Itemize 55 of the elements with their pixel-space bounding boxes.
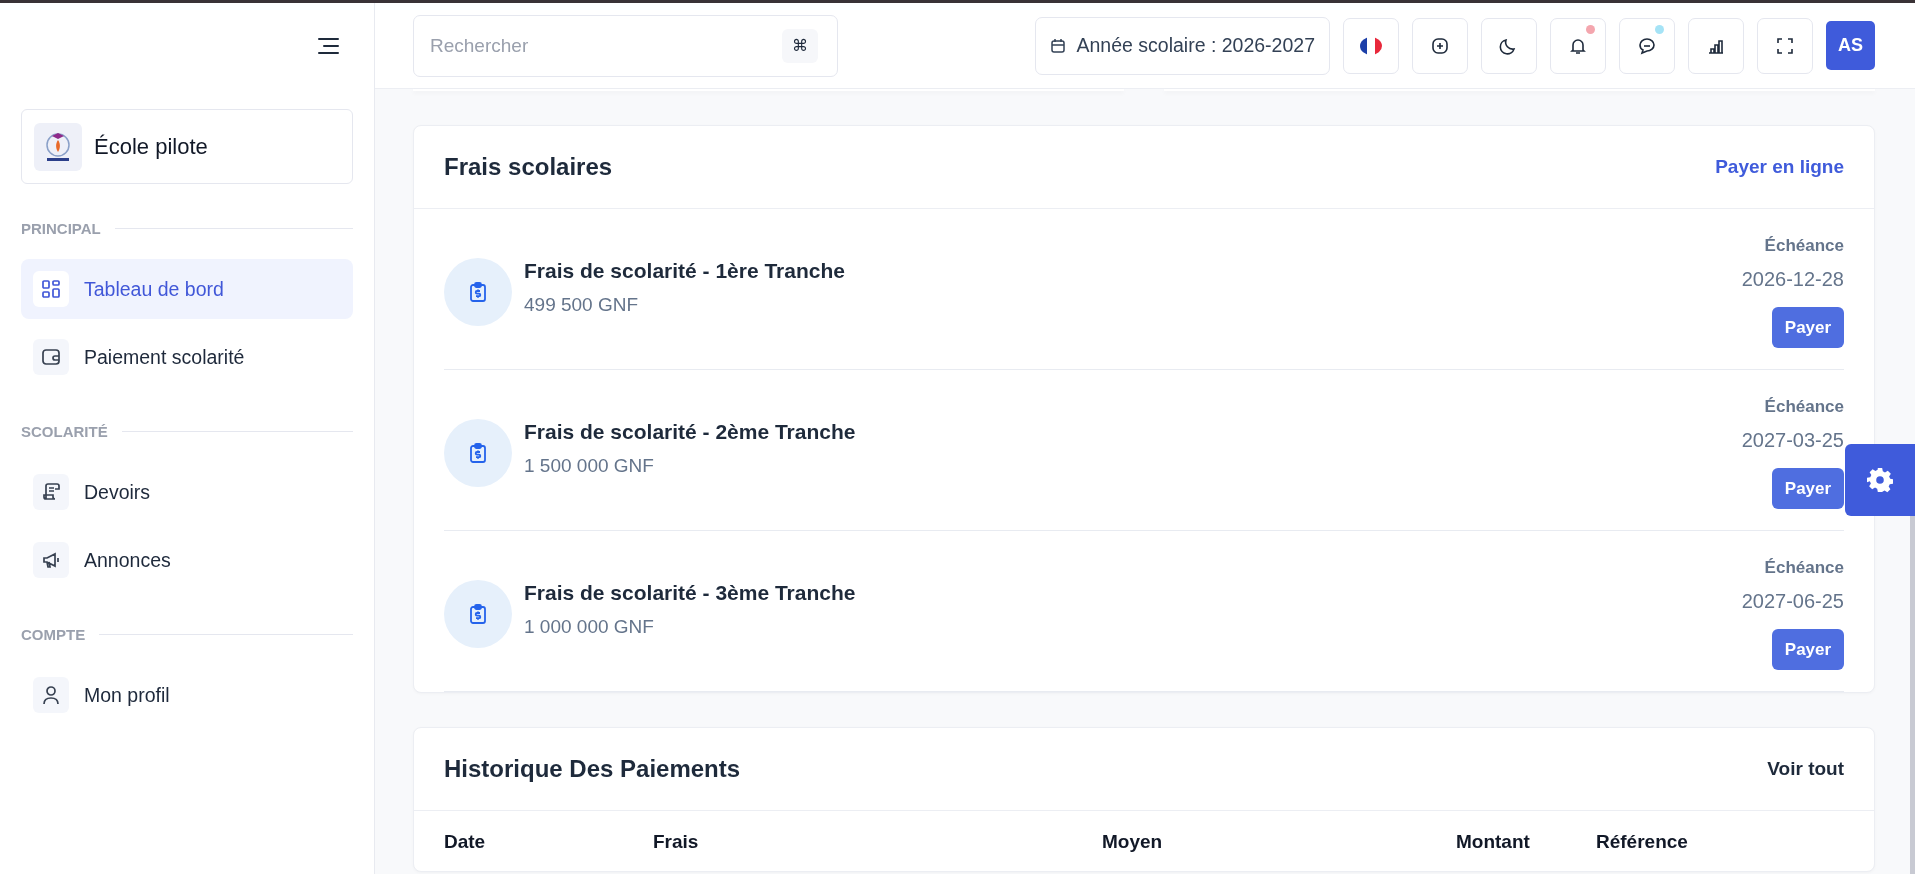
fee-name: Frais de scolarité - 1ère Tranche [524, 259, 846, 283]
school-year-selector[interactable]: Année scolaire : 2026-2027 [1035, 16, 1330, 75]
wallet-icon [41, 347, 61, 367]
due-date: 2026-12-28 [1741, 268, 1844, 291]
card-title: Historique Des Paiements [444, 755, 741, 783]
messages-button[interactable] [1619, 17, 1675, 74]
settings-button[interactable] [1845, 444, 1915, 516]
due-label: Échéance [1764, 397, 1844, 417]
column-header: Référence [1596, 831, 1688, 854]
menu-icon[interactable] [317, 38, 339, 54]
theme-button[interactable] [1481, 17, 1537, 74]
nav-item[interactable]: Tableau de bord [21, 259, 353, 319]
fee-amount: 1 500 000 GNF [524, 455, 655, 477]
pay-button[interactable]: Payer [1772, 629, 1844, 670]
pay-button[interactable]: Payer [1772, 307, 1844, 348]
due-date: 2027-03-25 [1741, 429, 1844, 452]
due-date: 2027-06-25 [1741, 590, 1844, 613]
nav-item[interactable]: Annonces [21, 530, 353, 590]
notifications-button[interactable] [1550, 17, 1606, 74]
section-title: SCOLARITÉ [21, 423, 108, 440]
pay-button[interactable]: Payer [1772, 468, 1844, 509]
add-button[interactable] [1412, 17, 1468, 74]
fee-name: Frais de scolarité - 2ème Tranche [524, 420, 857, 444]
column-header: Moyen [1102, 831, 1164, 854]
column-header: Date [444, 831, 487, 854]
section-title: PRINCIPAL [21, 220, 101, 237]
stats-button[interactable] [1688, 17, 1744, 74]
section-title: COMPTE [21, 626, 86, 643]
school-selector[interactable]: École pilote [21, 109, 353, 184]
user-icon [41, 685, 61, 705]
calendar-icon [1050, 37, 1067, 54]
plus-icon [1430, 35, 1450, 56]
nav-item[interactable]: Devoirs [21, 462, 353, 522]
nav-item[interactable]: Mon profil [21, 665, 353, 725]
user-avatar[interactable]: AS [1826, 21, 1875, 70]
chat-icon [1637, 35, 1657, 56]
settings-icon [1867, 467, 1893, 493]
view-all-link[interactable]: Voir tout [1767, 758, 1844, 780]
due-label: Échéance [1764, 558, 1844, 578]
column-header: Montant [1456, 831, 1531, 854]
shortcut-key: ⌘ [782, 28, 818, 63]
language-button[interactable] [1343, 17, 1399, 74]
card-title: Frais scolaires [444, 153, 613, 181]
megaphone-icon [41, 550, 61, 570]
due-label: Échéance [1764, 236, 1844, 256]
pay-online-link[interactable]: Payer en ligne [1715, 156, 1844, 178]
fullscreen-icon [1775, 35, 1795, 56]
nav-item[interactable]: Paiement scolarité [21, 327, 353, 387]
scroll-icon [41, 482, 61, 502]
column-header: Frais [653, 831, 700, 854]
fee-amount: 499 500 GNF [524, 294, 640, 316]
fee-name: Frais de scolarité - 3ème Tranche [524, 581, 857, 605]
school-logo-icon [34, 122, 82, 171]
fee-amount: 1 000 000 GNF [524, 616, 655, 638]
dashboard-icon [41, 279, 61, 299]
